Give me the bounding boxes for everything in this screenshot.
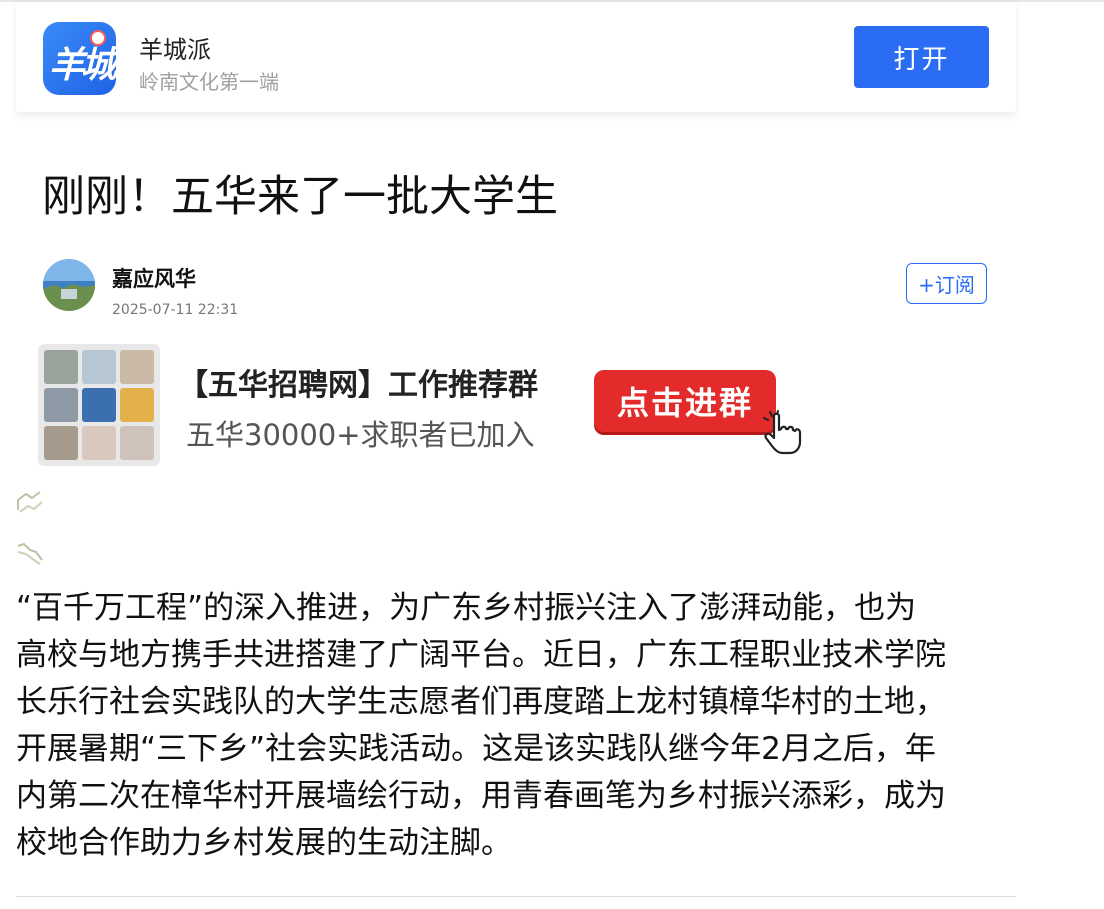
app-slogan: 岭南文化第一端 <box>139 70 279 94</box>
app-download-banner[interactable]: 羊城 羊城派 岭南文化第一端 打开 <box>16 2 1016 112</box>
member-photo-grid <box>38 344 160 466</box>
app-logo[interactable]: 羊城 <box>43 22 116 95</box>
body-line: 开展暑期“三下乡”社会实践活动。这是该实践队继今年2月之后，年 <box>16 731 936 767</box>
member-photo <box>44 350 78 384</box>
member-photo <box>120 388 154 422</box>
avatar-landscape-icon <box>43 259 95 311</box>
body-line: “百千万工程”的深入推进，为广东乡村振兴注入了澎湃动能，也为 <box>16 590 917 626</box>
ad-subtitle: 五华30000+求职者已加入 <box>186 418 535 452</box>
broken-image-icon <box>17 542 43 565</box>
recruitment-ad-banner[interactable]: 【五华招聘网】工作推荐群 五华30000+求职者已加入 点击进群 <box>38 344 808 468</box>
app-name: 羊城派 <box>139 36 211 64</box>
body-line: 内第二次在樟华村开展墙绘行动，用青春画笔为乡村振兴添彩，成为 <box>16 778 946 814</box>
member-photo <box>44 388 78 422</box>
pointing-hand-icon <box>763 410 802 455</box>
post-timestamp: 2025-07-11 22:31 <box>112 302 239 318</box>
member-photo <box>120 350 154 384</box>
broken-image-icon <box>17 491 43 513</box>
member-photo <box>82 388 116 422</box>
body-line: 校地合作助力乡村发展的生动注脚。 <box>16 825 512 861</box>
open-app-button[interactable]: 打开 <box>854 26 989 88</box>
article-body: “百千万工程”的深入推进，为广东乡村振兴注入了澎湃动能，也为 高校与地方携手共进… <box>16 585 1016 867</box>
location-pin-icon <box>90 30 106 46</box>
member-photo <box>82 350 116 384</box>
member-photo <box>120 426 154 460</box>
article-title: 刚刚！五华来了一批大学生 <box>42 172 558 222</box>
author-avatar[interactable] <box>43 259 95 311</box>
body-line: 长乐行社会实践队的大学生志愿者们再度踏上龙村镇樟华村的土地， <box>16 684 946 720</box>
bottom-divider <box>16 896 1016 897</box>
subscribe-button[interactable]: +订阅 <box>906 263 987 304</box>
ad-title: 【五华招聘网】工作推荐群 <box>178 368 538 403</box>
member-photo <box>44 426 78 460</box>
author-name[interactable]: 嘉应风华 <box>112 263 196 293</box>
body-line: 高校与地方携手共进搭建了广阔平台。近日，广东工程职业技术学院 <box>16 637 946 673</box>
join-group-button[interactable]: 点击进群 <box>594 370 776 432</box>
member-photo <box>82 426 116 460</box>
